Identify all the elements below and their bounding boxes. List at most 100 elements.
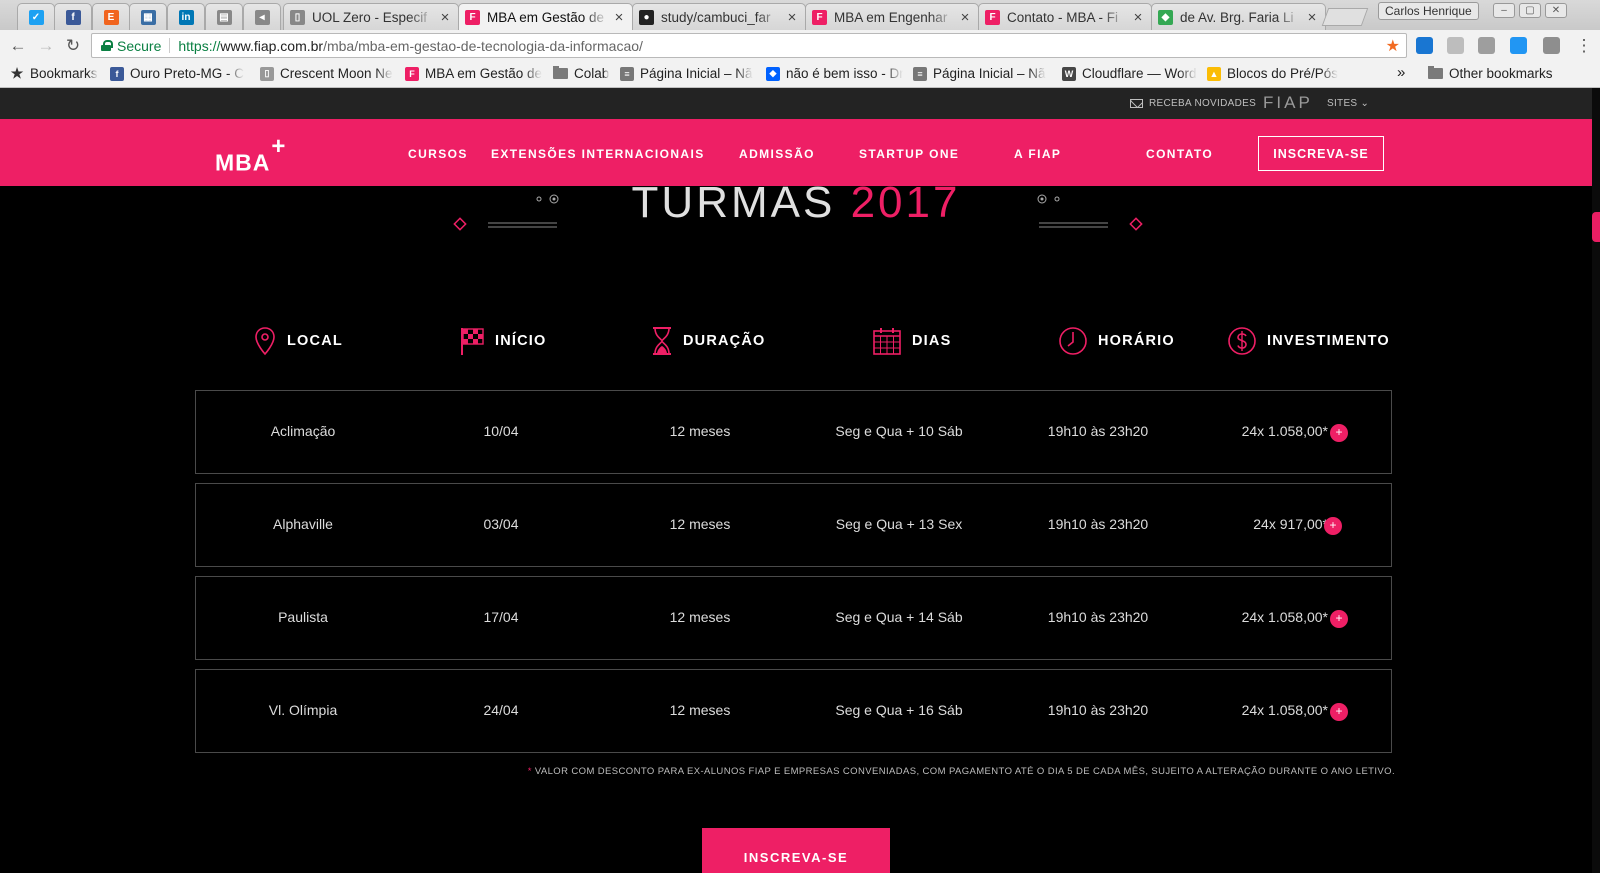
other-bookmarks[interactable]: Other bookmarks (1428, 66, 1553, 81)
close-tab-icon[interactable]: × (438, 9, 452, 26)
browser-tab[interactable]: ▯ UOL Zero - Especif × (283, 3, 459, 30)
bookmark-label: Colab (574, 66, 610, 81)
bookmark-item[interactable]: W Cloudflare — Word (1062, 66, 1197, 81)
address-bar[interactable]: Secure https://www.fiap.com.br/mba/mba-e… (91, 33, 1407, 58)
browser-tab[interactable]: F Contato - MBA - Fi × (978, 3, 1152, 30)
browser-tab[interactable]: in (167, 3, 205, 30)
extension-s-icon[interactable] (1416, 37, 1433, 54)
fiap-icon: F (465, 9, 480, 25)
reload-icon[interactable]: ↻ (63, 36, 83, 56)
nav-a-fiap[interactable]: A FIAP (1014, 147, 1061, 161)
extension-table-icon[interactable] (1447, 37, 1464, 54)
section-heading: TURMAS 2017 (0, 178, 1592, 228)
expand-plus-button[interactable]: + (1330, 424, 1348, 442)
browser-tab[interactable]: f (54, 3, 92, 30)
page-scrollbar[interactable] (1592, 88, 1600, 873)
nav-inscreva-se-button[interactable]: INSCREVA-SE (1258, 136, 1384, 171)
bookmark-item[interactable]: ▯ Crescent Moon Ne (260, 66, 393, 81)
site-icon: ≡ (913, 66, 927, 81)
column-label: INÍCIO (495, 333, 547, 349)
other-bookmarks-label: Other bookmarks (1449, 66, 1553, 81)
browser-tab[interactable]: ▤ (205, 3, 243, 30)
close-tab-icon[interactable]: × (612, 9, 626, 26)
heading-word: TURMAS (631, 178, 836, 227)
browser-tab[interactable]: ● study/cambuci_far × (632, 3, 806, 30)
heading-year: 2017 (850, 178, 961, 227)
nav-extensoes-internacionais[interactable]: EXTENSÕES INTERNACIONAIS (491, 147, 705, 161)
fiap-logo[interactable]: FIAP (1263, 93, 1313, 113)
column-label: HORÁRIO (1098, 333, 1175, 349)
bookmark-star-icon[interactable]: ★ (1386, 36, 1400, 56)
bookmarks-overflow[interactable]: » (1397, 64, 1405, 81)
bookmark-item[interactable]: ◆ não é bem isso - Dr (766, 66, 903, 81)
scrollbar-thumb[interactable] (1592, 212, 1600, 242)
folder-icon (1428, 66, 1443, 79)
cell-horario: 19h10 às 23h20 (1047, 516, 1149, 532)
bookmark-item[interactable]: ≡ Página Inicial – Nã (913, 66, 1046, 81)
hourglass-icon (653, 327, 671, 355)
nav-startup-one[interactable]: STARTUP ONE (859, 147, 959, 161)
cell-local: Alphaville (273, 516, 333, 532)
bookmark-item[interactable]: Colab (553, 66, 609, 81)
browser-tab[interactable]: ◆ de Av. Brg. Faria Li × (1151, 3, 1326, 30)
bookmark-label: MBA em Gestão de (425, 66, 543, 81)
cell-local: Paulista (278, 609, 328, 625)
nav-contato[interactable]: CONTATO (1146, 147, 1213, 161)
tab-title: de Av. Brg. Faria Li (1180, 9, 1294, 25)
expand-plus-button[interactable]: + (1324, 517, 1342, 535)
extension-pen-icon[interactable] (1510, 37, 1527, 54)
dollar-icon (1228, 327, 1256, 355)
back-arrow-icon[interactable]: ← (8, 36, 28, 56)
bookmark-item[interactable]: ★ Bookmarks (10, 66, 98, 81)
bookmark-item[interactable]: f Ouro Preto-MG - C (110, 66, 244, 81)
page-viewport: RECEBA NOVIDADES FIAP SITES ⌄ MBA+ CURSO… (0, 88, 1600, 873)
bookmark-label: Blocos do Pré/Pós (1227, 66, 1339, 81)
divider (169, 38, 171, 53)
browser-tab[interactable]: E (92, 3, 130, 30)
close-tab-icon[interactable]: × (958, 9, 972, 26)
bird-icon: ✓ (28, 9, 44, 25)
menu-dots-icon[interactable]: ⋮ (1574, 36, 1594, 56)
profile-button[interactable]: Carlos Henrique (1378, 2, 1479, 20)
extension-list-icon[interactable] (1543, 37, 1560, 54)
nav-cursos[interactable]: CURSOS (408, 147, 468, 161)
expand-plus-button[interactable]: + (1330, 703, 1348, 721)
close-tab-icon[interactable]: × (785, 9, 799, 26)
facebook-icon: f (65, 9, 81, 25)
fiap-icon: F (405, 66, 419, 81)
bookmark-label: Página Inicial – Nã (640, 66, 753, 81)
close-window-button[interactable]: ✕ (1545, 3, 1567, 18)
browser-tab[interactable]: F MBA em Engenhar × (805, 3, 979, 30)
bookmark-item[interactable]: F MBA em Gestão de (405, 66, 542, 81)
browser-tab[interactable]: ▦ (129, 3, 167, 30)
close-tab-icon[interactable]: × (1305, 9, 1319, 26)
tab-title: Contato - MBA - Fi (1007, 9, 1119, 25)
column-header-horario: HORÁRIO (1058, 326, 1175, 356)
minimize-button[interactable]: – (1493, 3, 1515, 18)
bookmark-item[interactable]: ≡ Página Inicial – Nã (620, 66, 753, 81)
url-path: /mba/mba-em-gestao-de-tecnologia-da-info… (323, 37, 643, 54)
browser-tab[interactable]: ✓ (17, 3, 55, 30)
mba-logo[interactable]: MBA+ (215, 133, 286, 177)
expand-plus-button[interactable]: + (1330, 610, 1348, 628)
cell-inicio: 10/04 (483, 423, 519, 439)
site-icon: ≡ (620, 66, 634, 81)
browser-tab[interactable]: F MBA em Gestão de × (458, 3, 633, 30)
extension-dropbox-icon[interactable] (1478, 37, 1495, 54)
github-icon: ● (639, 9, 654, 25)
cell-duracao: 12 meses (669, 423, 731, 439)
bookmark-item[interactable]: ▲ Blocos do Pré/Pós (1207, 66, 1338, 81)
new-tab-button[interactable] (1321, 8, 1369, 26)
cell-dias: Seg e Qua + 16 Sáb (835, 702, 963, 718)
maximize-button[interactable]: ▢ (1519, 3, 1541, 18)
close-tab-icon[interactable]: × (1131, 9, 1145, 26)
calendar-icon: ▦ (140, 9, 156, 25)
newsletter-link[interactable]: RECEBA NOVIDADES (1130, 98, 1256, 109)
nav-admissao[interactable]: ADMISSÃO (739, 147, 815, 161)
speaker-icon: ◂ (254, 9, 270, 25)
inscreva-se-button[interactable]: INSCREVA-SE (702, 828, 890, 873)
checkered-flag-icon (461, 328, 484, 355)
sites-dropdown[interactable]: SITES ⌄ (1327, 98, 1369, 109)
forward-arrow-icon[interactable]: → (36, 36, 56, 56)
browser-tab[interactable]: ◂ (243, 3, 281, 30)
